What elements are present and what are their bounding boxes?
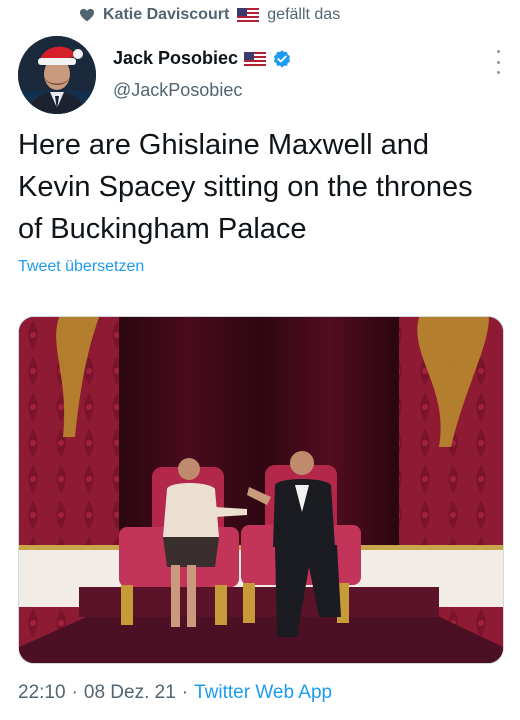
tweet-time[interactable]: 22:10 [18, 682, 66, 704]
avatar[interactable] [18, 36, 96, 114]
us-flag-icon [237, 8, 260, 22]
liked-label: gefällt das [267, 6, 341, 23]
avatar-image [18, 36, 96, 114]
author-name-row[interactable]: Jack Posobiec [113, 48, 292, 69]
tweet-text: Here are Ghislaine Maxwell and Kevin Spa… [18, 129, 473, 245]
meta-separator: · [181, 682, 189, 703]
us-flag-icon [244, 51, 267, 66]
source-app-link[interactable]: Twitter Web App [194, 682, 332, 704]
verified-badge-icon [273, 49, 291, 67]
translate-tweet-link[interactable]: Tweet übersetzen [18, 258, 144, 276]
tweet-header: Jack Posobiec @JackPosobiec [18, 36, 508, 116]
tweet-photo[interactable] [18, 316, 504, 664]
tweet-metadata: 22:10 · 08 Dez. 21 · Twitter Web App [18, 682, 332, 704]
meta-separator: · [71, 682, 78, 703]
liker-name[interactable]: Katie Daviscourt [103, 6, 229, 24]
author-handle[interactable]: @JackPosobiec [113, 80, 242, 101]
heart-icon [80, 8, 94, 22]
photo-image [19, 317, 503, 663]
tweet-date[interactable]: 08 Dez. 21 [84, 682, 176, 704]
author-name[interactable]: Jack Posobiec [113, 48, 238, 69]
social-context: Katie Daviscourt gefällt das [79, 6, 340, 24]
more-options-icon[interactable] [488, 50, 508, 74]
